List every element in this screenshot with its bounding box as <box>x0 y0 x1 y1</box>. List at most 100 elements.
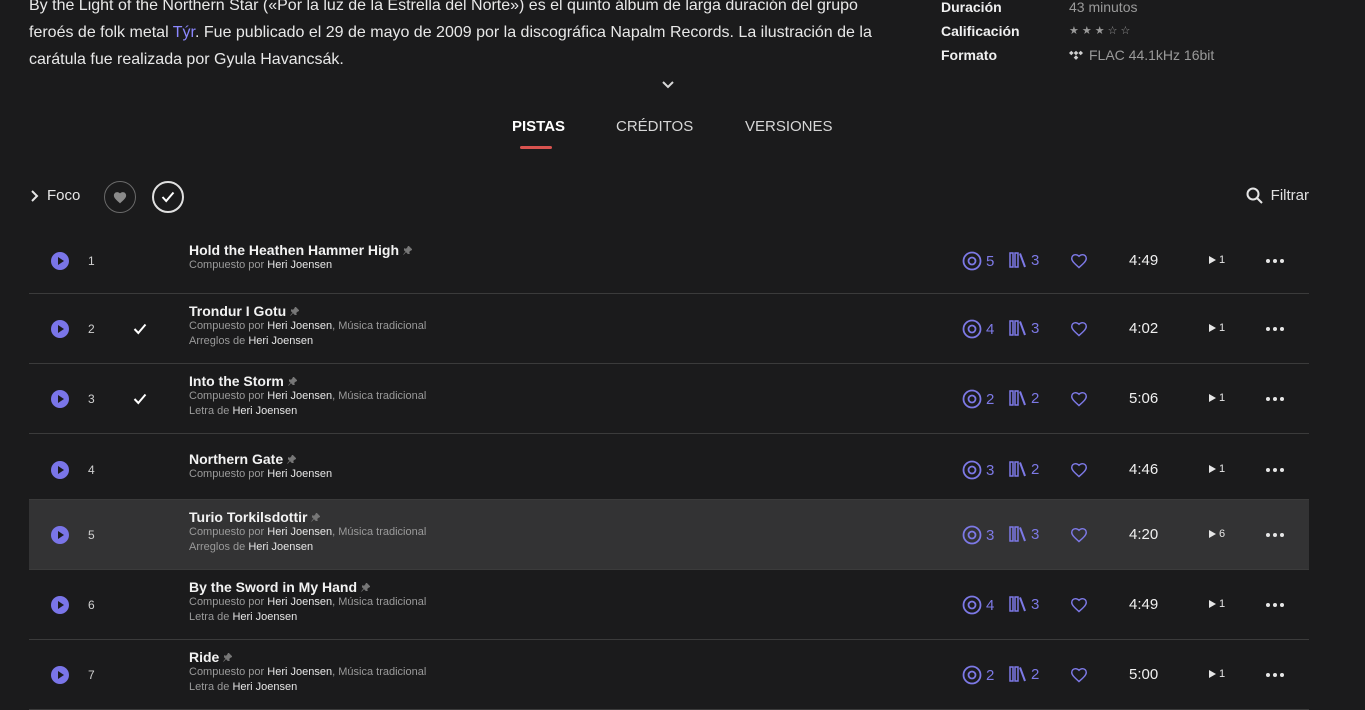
pin-icon <box>361 582 371 592</box>
listens-stat[interactable]: 3 <box>962 460 994 480</box>
play-count[interactable]: 1 <box>1209 254 1225 266</box>
versions-stat[interactable]: 3 <box>1009 525 1039 543</box>
credit-label: Letra de <box>189 405 230 417</box>
more-options-icon[interactable] <box>1266 603 1288 607</box>
track-title[interactable]: Turio Torkilsdottir <box>189 509 426 525</box>
play-icon[interactable] <box>51 526 69 544</box>
track-info: Trondur I Gotu Compuesto por Heri Joensen… <box>189 303 426 349</box>
track-title-text[interactable]: Ride <box>189 649 219 665</box>
composer-name[interactable]: Heri Joensen <box>267 259 332 271</box>
versions-count: 2 <box>1031 460 1040 478</box>
play-icon[interactable] <box>51 390 69 408</box>
heart-icon[interactable] <box>1070 667 1088 683</box>
track-row[interactable]: 3 Into the Storm Compuesto por Heri Joense… <box>29 364 1309 434</box>
composer-name[interactable]: Heri Joensen <box>267 390 332 402</box>
favorite-filter-button[interactable] <box>104 181 136 213</box>
listens-stat[interactable]: 2 <box>962 665 994 685</box>
versions-count: 3 <box>1031 595 1040 613</box>
rating-stars[interactable]: ★★★☆☆ <box>1069 19 1133 43</box>
more-options-icon[interactable] <box>1266 327 1288 331</box>
listens-stat[interactable]: 5 <box>962 251 994 271</box>
track-row[interactable]: 6 By the Sword in My Hand Compuesto por He… <box>29 570 1309 640</box>
credit-name[interactable]: Heri Joensen <box>232 405 297 417</box>
play-icon[interactable] <box>51 596 69 614</box>
heart-icon[interactable] <box>1070 527 1088 543</box>
chevron-down-icon[interactable] <box>659 76 677 94</box>
play-icon[interactable] <box>51 320 69 338</box>
more-options-icon[interactable] <box>1266 397 1288 401</box>
composer-line: Compuesto por Heri Joensen, Música tradi… <box>189 595 426 610</box>
track-title-text[interactable]: Into the Storm <box>189 373 284 389</box>
artist-link[interactable]: Týr <box>173 24 195 41</box>
more-options-icon[interactable] <box>1266 533 1288 537</box>
composer-label: Compuesto por <box>189 320 265 332</box>
track-title[interactable]: Trondur I Gotu <box>189 303 426 319</box>
composer-name[interactable]: Heri Joensen <box>267 596 332 608</box>
composer-name[interactable]: Heri Joensen <box>267 666 332 678</box>
track-number: 2 <box>88 322 95 336</box>
play-count[interactable]: 6 <box>1209 528 1225 540</box>
track-title[interactable]: Ride <box>189 649 426 665</box>
versions-stat[interactable]: 3 <box>1009 251 1039 269</box>
foco-toggle[interactable]: Foco <box>29 187 80 204</box>
play-icon[interactable] <box>51 461 69 479</box>
versions-stat[interactable]: 2 <box>1009 460 1039 478</box>
duration-value: 43 minutos <box>1069 0 1138 15</box>
play-count[interactable]: 1 <box>1209 668 1225 680</box>
more-options-icon[interactable] <box>1266 259 1288 263</box>
heart-icon[interactable] <box>1070 391 1088 407</box>
composer-name[interactable]: Heri Joensen <box>267 468 332 480</box>
tab-pistas[interactable]: PISTAS <box>512 118 565 135</box>
tab-creditos[interactable]: CRÉDITOS <box>616 118 693 135</box>
track-duration: 5:06 <box>1129 390 1159 407</box>
track-title-text[interactable]: Trondur I Gotu <box>189 303 286 319</box>
chevron-right-icon <box>31 189 39 202</box>
track-row[interactable]: 4 Northern Gate Compuesto por Heri Joensen… <box>29 434 1309 500</box>
composer-name[interactable]: Heri Joensen <box>267 526 332 538</box>
track-title-text[interactable]: By the Sword in My Hand <box>189 579 357 595</box>
filter-button[interactable]: Filtrar <box>1246 187 1309 204</box>
versions-stat[interactable]: 3 <box>1009 595 1039 613</box>
play-icon[interactable] <box>51 252 69 270</box>
versions-stat[interactable]: 2 <box>1009 665 1039 683</box>
track-title[interactable]: Hold the Heathen Hammer High <box>189 242 413 258</box>
composer-name[interactable]: Heri Joensen <box>267 320 332 332</box>
more-options-icon[interactable] <box>1266 673 1288 677</box>
listens-stat[interactable]: 4 <box>962 595 994 615</box>
track-row[interactable]: 1 Hold the Heathen Hammer High Compuesto p… <box>29 225 1309 294</box>
credit-name[interactable]: Heri Joensen <box>248 335 313 347</box>
track-row[interactable]: 7 Ride Compuesto por Heri Joensen, Música … <box>29 640 1309 710</box>
heart-icon[interactable] <box>1070 462 1088 478</box>
credit-name[interactable]: Heri Joensen <box>232 681 297 693</box>
track-title-text[interactable]: Turio Torkilsdottir <box>189 509 307 525</box>
track-title[interactable]: Into the Storm <box>189 373 426 389</box>
credit-name[interactable]: Heri Joensen <box>232 611 297 623</box>
listen-icon <box>962 319 982 339</box>
play-count[interactable]: 1 <box>1209 322 1225 334</box>
play-count-value: 1 <box>1219 668 1226 680</box>
listens-stat[interactable]: 4 <box>962 319 994 339</box>
track-title-text[interactable]: Hold the Heathen Hammer High <box>189 242 399 258</box>
more-options-icon[interactable] <box>1266 468 1288 472</box>
play-count[interactable]: 1 <box>1209 463 1225 475</box>
heart-icon[interactable] <box>1070 321 1088 337</box>
listens-stat[interactable]: 2 <box>962 389 994 409</box>
track-row[interactable]: 5 Turio Torkilsdottir Compuesto por Heri J… <box>29 500 1309 570</box>
heart-icon[interactable] <box>1070 597 1088 613</box>
versions-stat[interactable]: 2 <box>1009 389 1039 407</box>
credit-name[interactable]: Heri Joensen <box>248 541 313 553</box>
track-title[interactable]: By the Sword in My Hand <box>189 579 426 595</box>
play-icon[interactable] <box>51 666 69 684</box>
versions-stat[interactable]: 3 <box>1009 319 1039 337</box>
versions-count: 2 <box>1031 389 1040 407</box>
versions-count: 3 <box>1031 319 1040 337</box>
play-count[interactable]: 1 <box>1209 598 1225 610</box>
track-title[interactable]: Northern Gate <box>189 451 332 467</box>
heart-icon[interactable] <box>1070 253 1088 269</box>
tab-versiones[interactable]: VERSIONES <box>745 118 833 135</box>
track-row[interactable]: 2 Trondur I Gotu Compuesto por Heri Joense… <box>29 294 1309 364</box>
owned-filter-button[interactable] <box>152 181 184 213</box>
play-count[interactable]: 1 <box>1209 392 1225 404</box>
track-title-text[interactable]: Northern Gate <box>189 451 283 467</box>
listens-stat[interactable]: 3 <box>962 525 994 545</box>
